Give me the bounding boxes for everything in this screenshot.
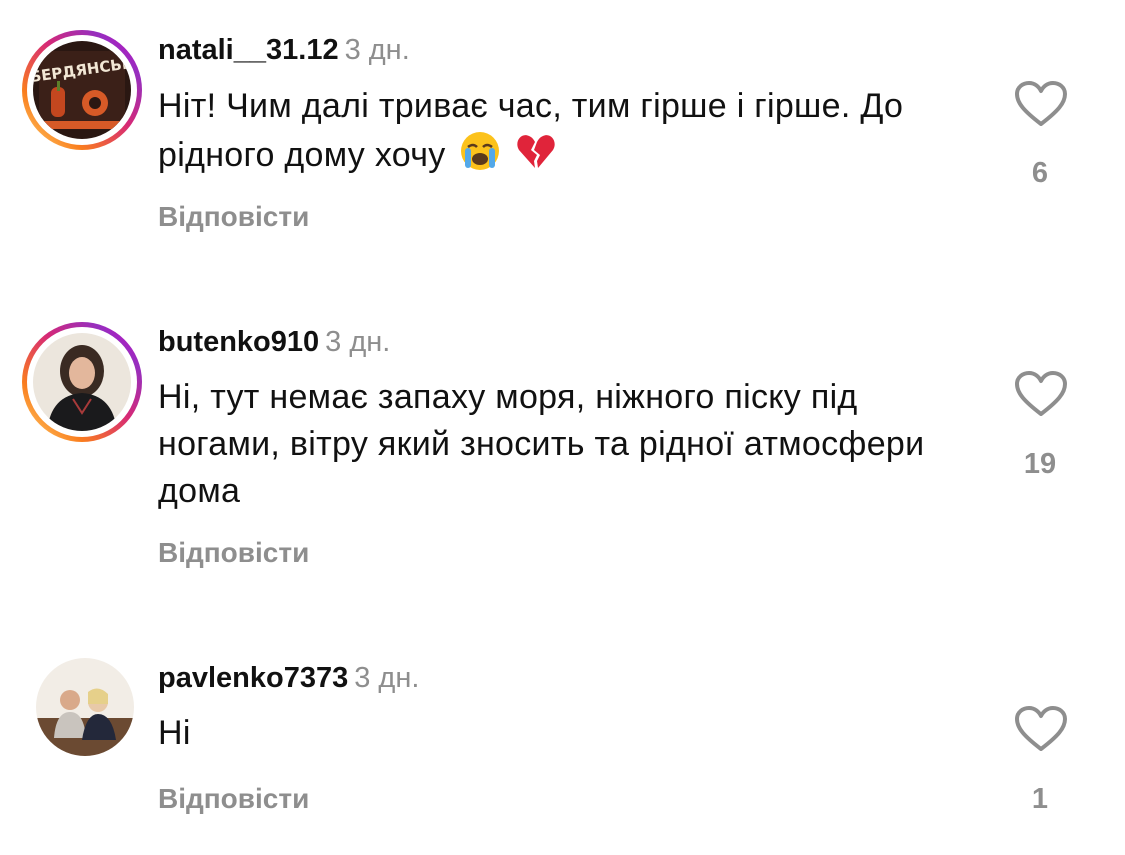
like-count: 1: [1031, 783, 1049, 815]
comment-item: pavlenko7373 3 дн. Ні Відповісти 1: [0, 0, 1125, 855]
timestamp: 3 дн.: [354, 662, 420, 694]
comment-meta: pavlenko7373 3 дн.: [158, 660, 419, 696]
username[interactable]: pavlenko7373: [158, 662, 348, 694]
comment-body: Ні: [158, 714, 191, 752]
reply-button[interactable]: Відповісти: [158, 782, 309, 816]
heart-outline-icon[interactable]: [1014, 705, 1068, 753]
avatar[interactable]: [36, 658, 134, 756]
comment-text: Ні: [158, 710, 958, 757]
avatar-image: [36, 658, 134, 756]
